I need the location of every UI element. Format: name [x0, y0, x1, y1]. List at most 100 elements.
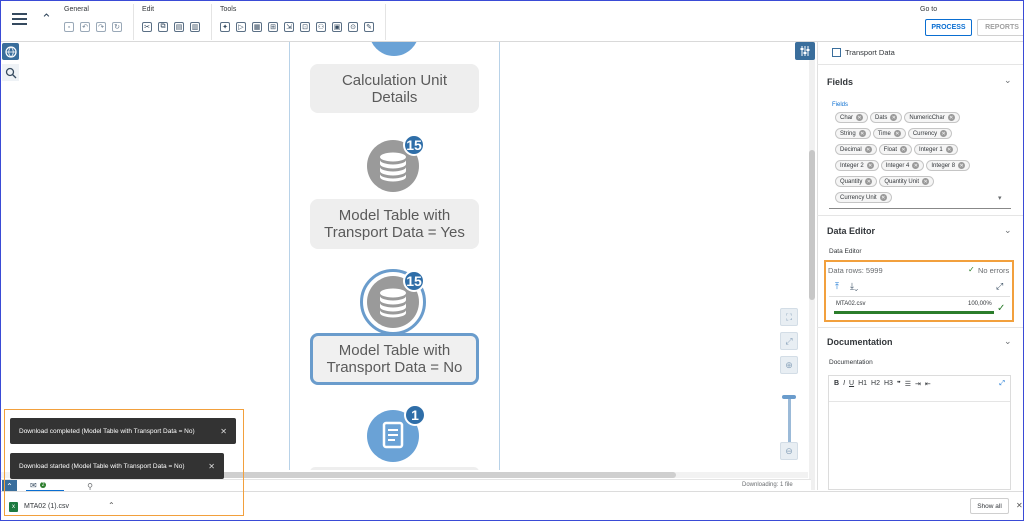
- field-token[interactable]: String ✕: [835, 128, 871, 139]
- menu-icon[interactable]: [12, 13, 27, 25]
- node-calculation-unit-details[interactable]: Calculation Unit Details: [310, 64, 479, 113]
- field-token[interactable]: Currency ✕: [907, 128, 953, 139]
- paste-icon[interactable]: ▤: [174, 22, 184, 32]
- node-partial[interactable]: [310, 467, 479, 470]
- reports-button[interactable]: REPORTS: [977, 19, 1024, 36]
- field-token[interactable]: Quantity ✕: [835, 176, 878, 187]
- remove-token-icon[interactable]: ✕: [866, 162, 874, 169]
- field-token[interactable]: Float ✕: [878, 144, 913, 155]
- transport-data-label: Transport Data: [845, 48, 895, 57]
- zoom-slider-knob[interactable]: [782, 395, 796, 399]
- chevron-down-icon[interactable]: ⌄: [1004, 225, 1012, 236]
- ordered-list-icon[interactable]: ☰: [905, 380, 911, 388]
- field-token[interactable]: NumericChar ✕: [904, 112, 960, 123]
- data-editor-section-title[interactable]: Data Editor: [827, 226, 875, 236]
- undo-icon[interactable]: ↶: [80, 22, 90, 32]
- field-token[interactable]: Char ✕: [835, 112, 869, 123]
- close-downloads-icon[interactable]: ✕: [1016, 501, 1023, 510]
- remove-token-icon[interactable]: ✕: [865, 178, 873, 185]
- zoom-in-icon[interactable]: ⊕: [780, 356, 798, 374]
- field-token-label: Integer 1: [919, 146, 943, 153]
- underline-button[interactable]: U: [849, 380, 854, 388]
- heading3-button[interactable]: H3: [884, 380, 893, 388]
- field-token[interactable]: Integer 1 ✕: [914, 144, 958, 155]
- heading1-button[interactable]: H1: [858, 380, 867, 388]
- sheet-icon[interactable]: ▣: [332, 22, 342, 32]
- import-icon[interactable]: ⇲: [284, 22, 294, 32]
- search-data-icon[interactable]: ⊙: [348, 22, 358, 32]
- remove-token-icon[interactable]: ✕: [945, 146, 953, 153]
- expand-icon[interactable]: ⤢: [780, 332, 798, 350]
- magic-wand-icon[interactable]: ✦: [220, 22, 230, 32]
- field-token[interactable]: Quantity Unit ✕: [879, 176, 935, 187]
- remove-token-icon[interactable]: ✕: [940, 130, 948, 137]
- download-menu-icon[interactable]: ⤓⌄: [850, 281, 858, 292]
- process-canvas[interactable]: Calculation Unit Details 15 Model Table w…: [0, 42, 811, 470]
- open-external-icon[interactable]: ⤢: [996, 281, 1003, 292]
- search-icon[interactable]: [2, 64, 19, 81]
- outdent-icon[interactable]: ⇤: [925, 380, 931, 388]
- remove-token-icon[interactable]: ✕: [858, 130, 866, 137]
- fit-screen-icon[interactable]: ⛶: [780, 308, 798, 326]
- remove-token-icon[interactable]: ✕: [922, 178, 930, 185]
- zoom-slider-track[interactable]: [788, 398, 791, 442]
- table-icon[interactable]: ▦: [252, 22, 262, 32]
- field-token[interactable]: Integer 8 ✕: [926, 160, 971, 171]
- documentation-rich-text-editor[interactable]: B I U H1 H2 H3 ❞ ☰ ⇥ ⇤ ⤢: [828, 375, 1011, 490]
- quote-icon[interactable]: ❞: [897, 380, 901, 388]
- save-icon[interactable]: ▫: [64, 22, 74, 32]
- chevron-up-icon[interactable]: ⌃: [41, 11, 52, 27]
- remove-token-icon[interactable]: ✕: [890, 114, 898, 121]
- node-model-table-transport-yes[interactable]: Model Table with Transport Data = Yes: [310, 199, 479, 249]
- remove-token-icon[interactable]: ✕: [879, 194, 887, 201]
- edit-icon[interactable]: ✎: [364, 22, 374, 32]
- transport-data-checkbox[interactable]: [832, 48, 841, 57]
- play-icon[interactable]: ▷: [236, 22, 246, 32]
- node-model-table-transport-no[interactable]: Model Table with Transport Data = No: [310, 333, 479, 385]
- show-all-downloads-button[interactable]: Show all: [970, 498, 1009, 514]
- remove-token-icon[interactable]: ✕: [958, 162, 966, 169]
- zoom-out-icon[interactable]: ⊖: [780, 442, 798, 460]
- user-icon[interactable]: ⚇: [316, 22, 326, 32]
- canvas-vertical-scroll-thumb[interactable]: [809, 150, 815, 300]
- chevron-down-icon[interactable]: ⌄: [1004, 336, 1012, 347]
- remove-token-icon[interactable]: ✕: [947, 114, 955, 121]
- field-token[interactable]: Decimal ✕: [835, 144, 877, 155]
- indent-icon[interactable]: ⇥: [915, 380, 921, 388]
- remove-token-icon[interactable]: ✕: [864, 146, 872, 153]
- delete-icon[interactable]: ▥: [190, 22, 200, 32]
- uploaded-file-name: MTA02.csv: [836, 301, 866, 307]
- hierarchy-icon[interactable]: ⊞: [268, 22, 278, 32]
- refresh-icon[interactable]: ↻: [112, 22, 122, 32]
- process-button[interactable]: PROCESS: [925, 19, 972, 36]
- highlight-box-downloads: [4, 409, 244, 516]
- fields-section-title[interactable]: Fields: [827, 77, 853, 87]
- heading2-button[interactable]: H2: [871, 380, 880, 388]
- field-token[interactable]: Currency Unit ✕: [835, 192, 892, 203]
- upload-icon[interactable]: ⤒: [835, 281, 839, 292]
- copy-icon[interactable]: ⧉: [158, 22, 168, 32]
- field-token[interactable]: Dats ✕: [870, 112, 903, 123]
- fullscreen-icon[interactable]: ⤢: [999, 380, 1005, 388]
- node-label-line1: Model Table with: [338, 342, 451, 359]
- remove-token-icon[interactable]: ✕: [912, 162, 920, 169]
- remove-token-icon[interactable]: ✕: [900, 146, 908, 153]
- globe-icon[interactable]: [2, 43, 19, 60]
- field-token-label: Decimal: [840, 146, 862, 153]
- bold-button[interactable]: B: [834, 380, 839, 388]
- documentation-section-title[interactable]: Documentation: [827, 337, 893, 347]
- settings-sliders-icon[interactable]: [795, 42, 815, 60]
- redo-icon[interactable]: ↷: [96, 22, 106, 32]
- remove-token-icon[interactable]: ✕: [856, 114, 864, 121]
- network-icon[interactable]: ⊡: [300, 22, 310, 32]
- italic-button[interactable]: I: [843, 380, 845, 388]
- field-token[interactable]: Time ✕: [872, 128, 906, 139]
- field-token[interactable]: Integer 4 ✕: [880, 160, 925, 171]
- cut-icon[interactable]: ✂: [142, 22, 152, 32]
- fields-sublabel: Fields: [832, 102, 849, 108]
- remove-token-icon[interactable]: ✕: [893, 130, 901, 137]
- dropdown-arrow-icon[interactable]: ▾: [998, 194, 1002, 202]
- field-token[interactable]: Integer 2 ✕: [835, 160, 879, 171]
- fields-multiinput[interactable]: Char ✕ Dats ✕ NumericChar ✕ String ✕ Time ✕ Curren…: [835, 112, 985, 208]
- chevron-down-icon[interactable]: ⌄: [1004, 75, 1012, 86]
